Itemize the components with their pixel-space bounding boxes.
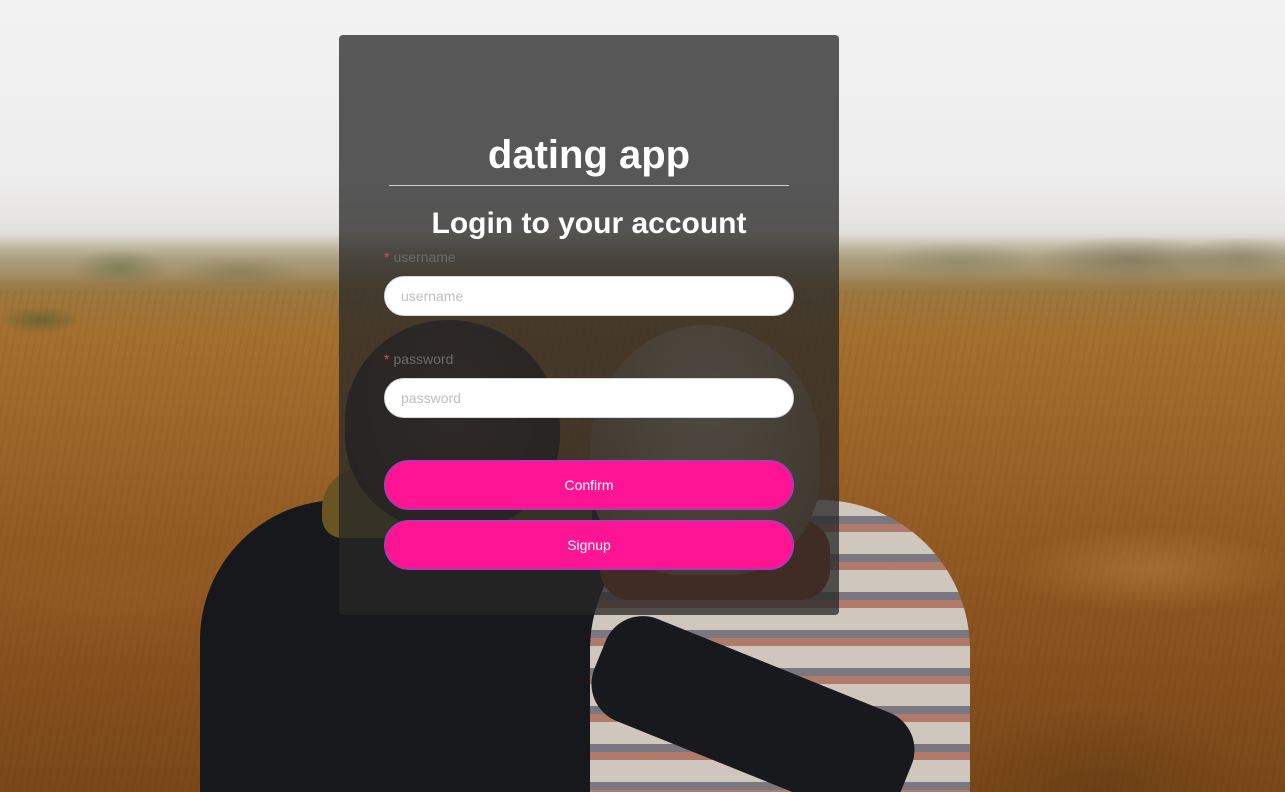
username-label: * username (384, 249, 456, 265)
username-required-mark: * (384, 249, 390, 265)
signup-button[interactable]: Signup (384, 520, 794, 570)
login-panel: dating app Login to your account * userna… (339, 35, 839, 615)
username-label-text: username (393, 249, 456, 265)
app-title: dating app (487, 133, 691, 177)
login-heading: Login to your account (431, 207, 747, 240)
password-label: * password (384, 351, 453, 367)
password-label-text: password (393, 351, 454, 367)
username-input[interactable] (384, 276, 794, 316)
title-divider (389, 185, 789, 186)
password-required-mark: * (384, 351, 390, 367)
password-input[interactable] (384, 378, 794, 418)
confirm-button[interactable]: Confirm (384, 460, 794, 510)
